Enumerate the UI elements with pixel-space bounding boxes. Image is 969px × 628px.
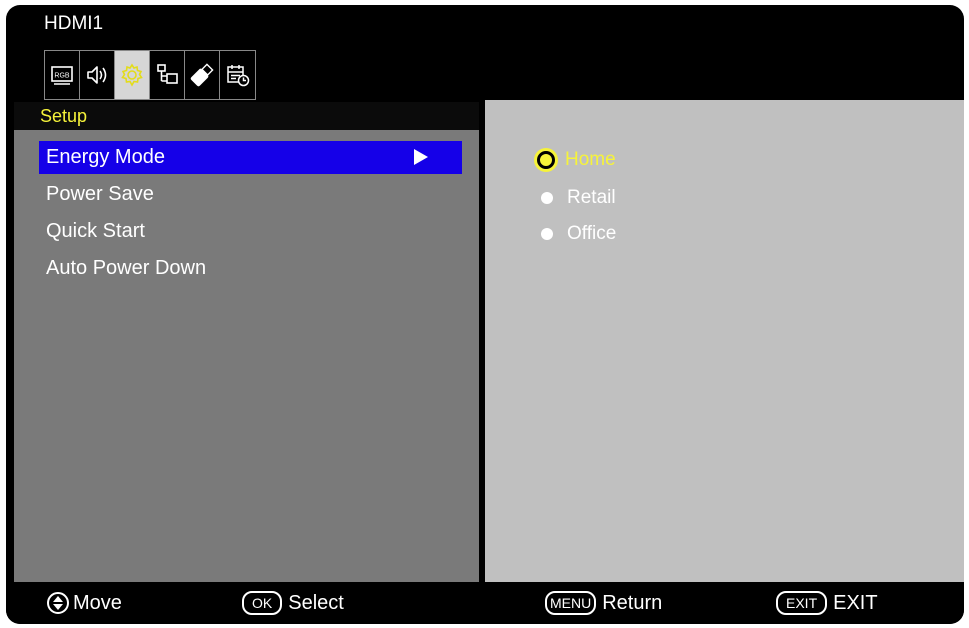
menu-item-energy-mode[interactable]: Energy Mode xyxy=(39,141,462,174)
up-down-key-icon xyxy=(47,592,69,614)
hint-select: OK Select xyxy=(242,590,344,616)
radio-selected-icon xyxy=(537,151,555,169)
hint-move: Move xyxy=(47,590,122,616)
menu-item-label: Energy Mode xyxy=(46,146,165,168)
hint-exit: EXIT EXIT xyxy=(776,590,878,616)
option-label: Retail xyxy=(567,187,616,208)
option-retail[interactable]: Retail xyxy=(537,183,616,213)
radio-dot-icon xyxy=(541,192,553,204)
option-label: Office xyxy=(567,223,617,244)
menu-item-quick-start[interactable]: Quick Start xyxy=(39,215,462,248)
footer-key-guide: Move OK Select MENU Return EXIT EXIT xyxy=(6,582,964,624)
menu-key-icon: MENU xyxy=(545,591,597,615)
menu-item-power-save[interactable]: Power Save xyxy=(39,178,462,211)
network-icon xyxy=(157,64,178,84)
tab-network[interactable] xyxy=(150,51,185,99)
usb-stick-icon xyxy=(190,63,214,87)
option-home[interactable]: Home xyxy=(537,145,616,175)
section-title: Setup xyxy=(40,106,88,126)
exit-key-icon: EXIT xyxy=(776,591,828,615)
hint-return-label: Return xyxy=(602,591,663,614)
menu-item-label: Auto Power Down xyxy=(46,257,207,279)
menu-item-auto-power-down[interactable]: Auto Power Down xyxy=(39,252,462,285)
hint-return: MENU Return xyxy=(545,590,662,616)
hint-exit-label: EXIT xyxy=(833,591,878,614)
input-source-label: HDMI1 xyxy=(44,13,104,34)
option-office[interactable]: Office xyxy=(537,219,616,249)
option-label: Home xyxy=(565,149,616,170)
svg-text:RGB: RGB xyxy=(54,73,70,80)
radio-dot-icon xyxy=(541,228,553,240)
tab-setup[interactable] xyxy=(115,51,150,99)
calendar-clock-icon xyxy=(226,65,249,87)
speaker-icon xyxy=(87,66,107,84)
menu-item-label: Quick Start xyxy=(46,220,145,242)
tab-schedule[interactable] xyxy=(220,51,255,99)
submenu-arrow-icon xyxy=(414,149,428,165)
tab-picture[interactable]: RGB xyxy=(45,51,80,99)
osd-window: HDMI1 RGB Setup Energy Mode Power Save Q… xyxy=(6,5,964,624)
ok-key-icon: OK xyxy=(242,591,283,615)
hint-move-label: Move xyxy=(73,591,122,614)
hint-select-label: Select xyxy=(288,591,344,614)
gear-icon xyxy=(121,63,143,87)
menu-item-label: Power Save xyxy=(46,183,154,205)
tab-usb[interactable] xyxy=(185,51,220,99)
rgb-picture-icon: RGB xyxy=(51,66,73,85)
tab-audio[interactable] xyxy=(80,51,115,99)
menu-tab-bar: RGB xyxy=(44,50,256,100)
